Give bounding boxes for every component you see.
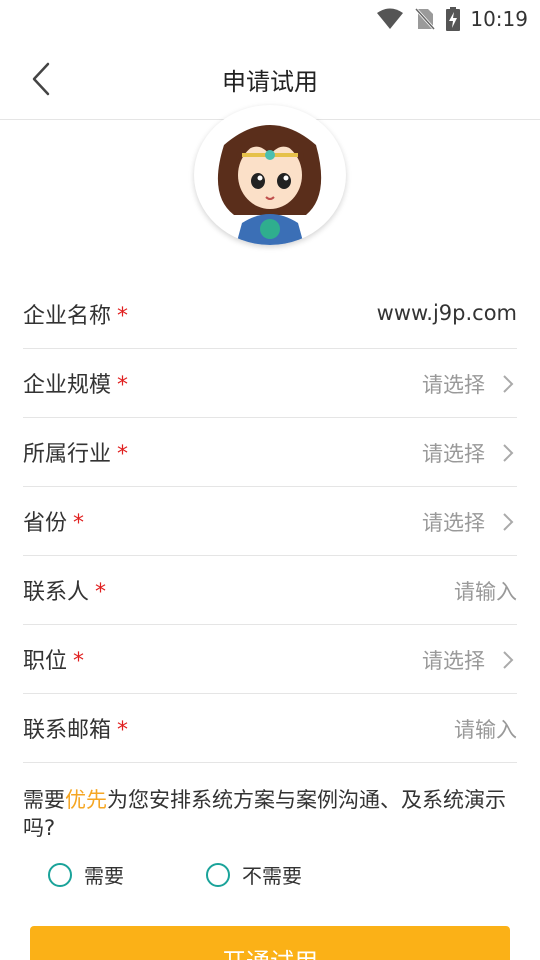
- chevron-right-icon: [503, 651, 514, 669]
- question-highlight: 优先: [65, 788, 107, 812]
- company-name-value[interactable]: www.j9p.com: [377, 301, 517, 325]
- battery-charging-icon: [446, 7, 461, 31]
- company-name-field[interactable]: 企业名称 * www.j9p.com: [23, 280, 517, 349]
- status-time: 10:19: [470, 7, 528, 31]
- required-star: *: [117, 442, 129, 467]
- select-placeholder: 请选择: [422, 373, 485, 397]
- field-label: 职位 *: [23, 649, 85, 674]
- status-icons: 10:19: [376, 6, 528, 32]
- contact-email-field[interactable]: 联系邮箱 * 请输入: [23, 694, 517, 763]
- field-label: 联系邮箱 *: [23, 718, 129, 743]
- demo-question: 需要优先为您安排系统方案与案例沟通、及系统演示吗?: [23, 786, 517, 842]
- page-title: 申请试用: [222, 68, 318, 96]
- no-sim-icon: [415, 7, 436, 31]
- radio-circle-icon[interactable]: [48, 862, 72, 887]
- field-label: 所属行业 *: [23, 442, 129, 467]
- select-placeholder: 请选择: [422, 442, 485, 466]
- chevron-right-icon: [503, 513, 514, 531]
- chevron-right-icon: [503, 375, 514, 393]
- chevron-right-icon: [503, 444, 514, 462]
- cartoon-avatar-icon: [217, 125, 322, 245]
- input-placeholder[interactable]: 请输入: [454, 576, 517, 606]
- required-star: *: [73, 511, 85, 536]
- company-size-select[interactable]: 企业规模 * 请选择: [23, 349, 517, 418]
- trial-form: 企业名称 * www.j9p.com 企业规模 * 请选择 所属行业 * 请选择 省份…: [23, 280, 517, 763]
- required-star: *: [73, 649, 85, 674]
- field-label: 省份 *: [23, 511, 85, 536]
- radio-circle-icon[interactable]: [206, 862, 230, 887]
- option-label: 需要: [84, 864, 124, 888]
- position-select[interactable]: 职位 * 请选择: [23, 625, 517, 694]
- option-yes[interactable]: 需要: [48, 860, 124, 889]
- question-prefix: 需要: [23, 788, 65, 812]
- select-placeholder: 请选择: [422, 511, 485, 535]
- avatar: [194, 105, 346, 245]
- option-no[interactable]: 不需要: [206, 860, 302, 889]
- select-placeholder: 请选择: [422, 649, 485, 673]
- contact-person-field[interactable]: 联系人 * 请输入: [23, 556, 517, 625]
- required-star: *: [117, 718, 129, 743]
- demo-options: 需要 不需要: [48, 860, 468, 890]
- field-label: 联系人 *: [23, 580, 107, 605]
- province-select[interactable]: 省份 * 请选择: [23, 487, 517, 556]
- wifi-icon: [377, 8, 404, 29]
- field-label: 企业规模 *: [23, 373, 129, 398]
- input-placeholder[interactable]: 请输入: [454, 714, 517, 744]
- industry-select[interactable]: 所属行业 * 请选择: [23, 418, 517, 487]
- option-label: 不需要: [242, 864, 302, 888]
- field-label: 企业名称 *: [23, 304, 129, 329]
- required-star: *: [117, 304, 129, 329]
- required-star: *: [117, 373, 129, 398]
- submit-button[interactable]: 开通试用: [30, 926, 510, 960]
- required-star: *: [95, 580, 107, 605]
- status-bar: 10:19: [0, 0, 540, 38]
